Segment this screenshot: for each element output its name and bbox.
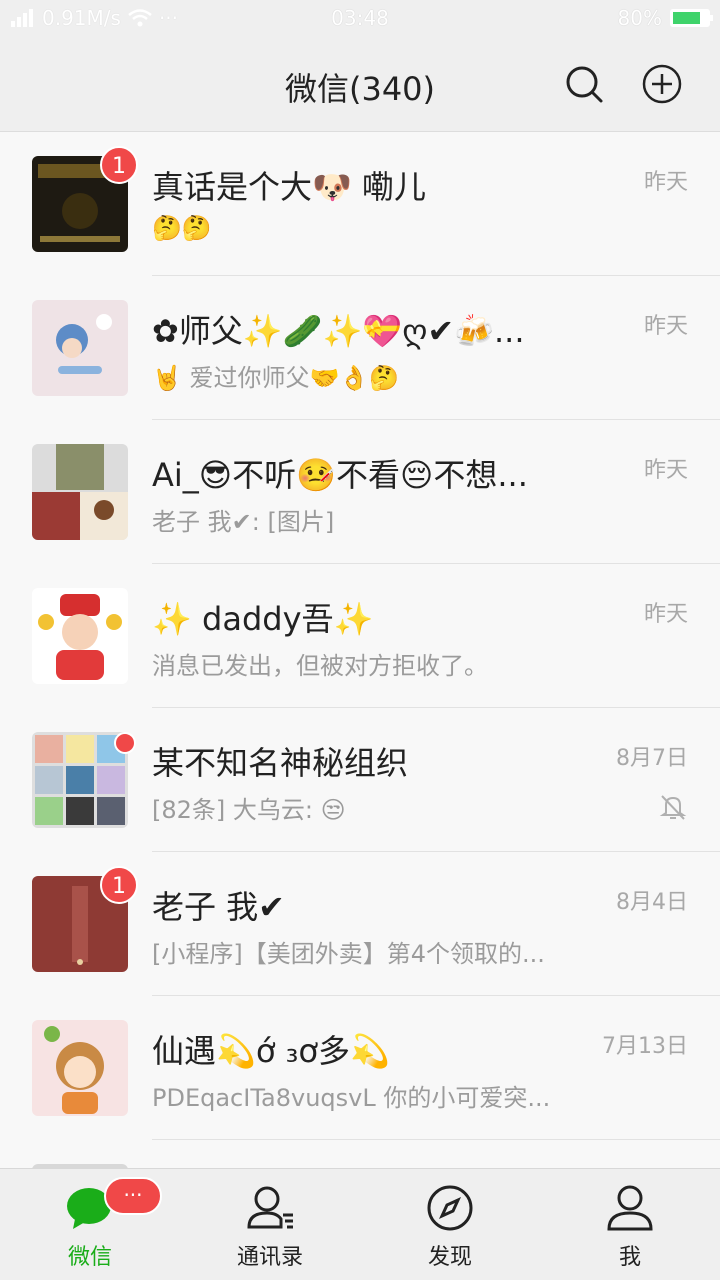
chat-preview: 老子 我✔: [图片] <box>152 508 335 536</box>
chat-name: ✿师父✨🥒✨💝ღ✔🍻... <box>152 312 525 350</box>
chat-time: 7月13日 <box>602 1034 688 1059</box>
chat-item[interactable]: ✨ daddy吾✨ 消息已发出，但被对方拒收了。 昨天 <box>0 564 720 708</box>
chat-time: 昨天 <box>643 314 688 339</box>
chat-preview: 消息已发出，但被对方拒收了。 <box>152 652 488 680</box>
chat-time: 昨天 <box>643 458 688 483</box>
chat-time: 昨天 <box>643 602 688 627</box>
chat-name: ✨ daddy吾✨ <box>152 600 374 638</box>
nav-bar: 微信(340) <box>0 36 720 132</box>
chat-time: 8月7日 <box>616 746 688 771</box>
chat-item[interactable]: 某不知名神秘组织 [82条] 大乌云: 😒 8月7日 <box>0 708 720 852</box>
tab-discover[interactable]: 发现 <box>360 1169 540 1280</box>
battery-tip <box>710 15 713 21</box>
chat-item[interactable]: 1 真话是个大🐶 嘞儿 🤔🤔 昨天 <box>0 132 720 276</box>
avatar <box>32 1020 128 1116</box>
chat-list[interactable]: 1 真话是个大🐶 嘞儿 🤔🤔 昨天 ✿师父✨🥒✨💝ღ✔🍻... 🤘 爱过你师父🤝… <box>0 132 720 1168</box>
mute-bell-icon <box>659 795 687 820</box>
chat-preview: PDEqacITa8vuqsvL 你的小可爱突... <box>152 1084 551 1112</box>
tab-badge: ··· <box>104 1177 162 1215</box>
chat-name: 老子 我✔ <box>152 888 285 926</box>
status-time: 03:48 <box>331 6 389 30</box>
battery-percent: 80% <box>617 6 662 30</box>
tab-me[interactable]: 我 <box>540 1169 720 1280</box>
tab-contacts[interactable]: 通讯录 <box>180 1169 360 1280</box>
chat-name: 某不知名神秘组织 <box>152 744 409 782</box>
tab-bar: ··· 微信 通讯录 发现 我 <box>0 1168 720 1280</box>
unread-badge: 1 <box>100 866 138 904</box>
add-icon[interactable] <box>642 64 682 104</box>
tab-label: 微信 <box>67 1245 112 1270</box>
status-bar: 0.91M/s ··· 03:48 80% <box>0 0 720 36</box>
unread-dot <box>114 732 136 754</box>
tab-label: 我 <box>618 1245 641 1270</box>
unread-badge: 1 <box>100 146 138 184</box>
chat-name: 真话是个大🐶 嘞儿 <box>152 168 427 206</box>
chat-name: 仙遇💫ớ ₃ơ多💫 <box>152 1032 390 1070</box>
chat-time: 昨天 <box>643 170 688 195</box>
chat-item[interactable]: 仙遇💫ớ ₃ơ多💫 PDEqacITa8vuqsvL 你的小可爱突... 7月… <box>0 996 720 1140</box>
tab-label: 发现 <box>427 1245 472 1270</box>
chat-preview: [82条] 大乌云: 😒 <box>152 796 346 824</box>
chat-time: 8月4日 <box>616 890 688 915</box>
page-title: 微信(340) <box>284 70 436 108</box>
chat-item[interactable] <box>0 1140 720 1168</box>
battery-level <box>673 12 701 24</box>
avatar <box>32 300 128 396</box>
battery-icon <box>670 9 713 27</box>
tab-chats[interactable]: ··· 微信 <box>0 1169 180 1280</box>
chat-item[interactable]: Ai_😎不听🤒不看😔不想... 老子 我✔: [图片] 昨天 <box>0 420 720 564</box>
chat-name: Ai_😎不听🤒不看😔不想... <box>152 456 528 494</box>
chat-item[interactable]: ✿师父✨🥒✨💝ღ✔🍻... 🤘 爱过你师父🤝👌🤔 昨天 <box>0 276 720 420</box>
chat-item[interactable]: 1 老子 我✔ [小程序]【美团外卖】第4个领取的... 8月4日 <box>0 852 720 996</box>
chat-preview: [小程序]【美团外卖】第4个领取的... <box>152 940 545 968</box>
search-icon[interactable] <box>564 64 604 104</box>
person-icon <box>607 1185 653 1231</box>
contacts-icon <box>247 1186 293 1229</box>
tab-label: 通讯录 <box>236 1245 303 1270</box>
status-right: 80% <box>617 6 713 30</box>
chat-preview: 🤔🤔 <box>152 214 212 242</box>
compass-icon <box>427 1185 473 1231</box>
chat-preview: 🤘 爱过你师父🤝👌🤔 <box>152 364 400 392</box>
avatar <box>32 444 128 540</box>
avatar <box>32 588 128 684</box>
